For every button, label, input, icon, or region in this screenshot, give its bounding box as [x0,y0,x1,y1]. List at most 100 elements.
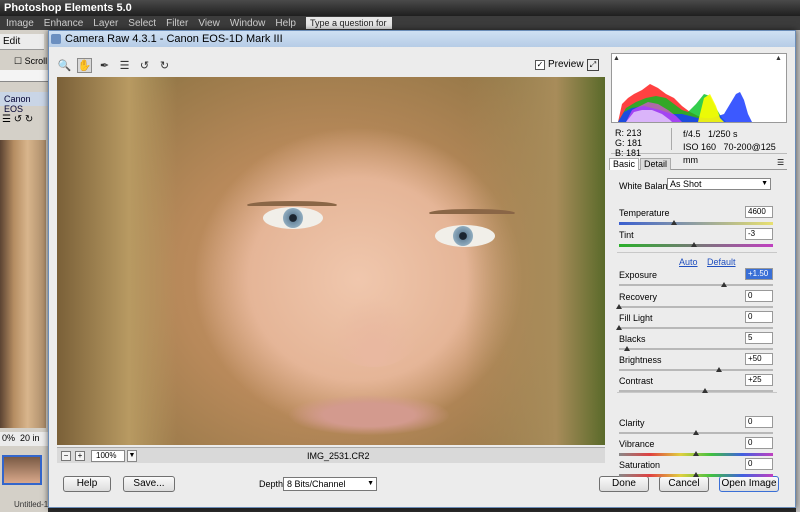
slider-track-temperature[interactable] [619,222,773,225]
cancel-button[interactable]: Cancel [659,476,709,492]
lips [289,395,449,435]
slider-label-tint: Tint [619,230,634,240]
panel-menu-icon[interactable]: ☰ [777,158,784,167]
slider-label-vibrance: Vibrance [619,439,655,449]
open-image-button[interactable]: Open Image [719,476,779,492]
edit-tab[interactable]: Edit [0,34,44,50]
menu-filter[interactable]: Filter [166,18,188,29]
zoom-tool-icon[interactable]: 🔍 [57,58,72,73]
depth-select[interactable]: 8 Bits/Channel ▼ [283,477,377,491]
slider-thumb-clarity[interactable] [693,430,699,435]
slider-value-contrast[interactable]: +25 [745,374,773,386]
shadow-clipping-icon[interactable]: ▲ [613,55,620,62]
rgb-readout: R: 213 G: 181 B: 181 [615,128,642,158]
auto-link[interactable]: Auto [679,257,698,267]
document-zoom[interactable]: 0% [2,433,15,443]
menu-layer[interactable]: Layer [93,18,118,29]
info-panel: R: 213 G: 181 B: 181 f/4.5 1/250 s ISO 1… [611,124,787,165]
rotate-right-icon[interactable]: ↻ [157,58,172,73]
slider-thumb-vibrance[interactable] [693,451,699,456]
preview-image[interactable] [57,77,605,445]
rotate-left-icon[interactable]: ↺ [137,58,152,73]
slider-label-temperature: Temperature [619,208,670,218]
slider-thumb-blacks[interactable] [623,346,630,351]
scroll-label: Scroll [24,56,48,66]
dialog-titlebar[interactable]: Camera Raw 4.3.1 - Canon EOS-1D Mark III [49,31,795,47]
slider-label-blacks: Blacks [619,334,646,344]
slider-label-saturation: Saturation [619,460,661,470]
slider-track-exposure[interactable] [619,284,773,286]
preview-checkbox[interactable]: ✓ Preview [535,59,584,70]
camera-raw-icon [51,34,61,44]
slider-thumb-contrast[interactable] [702,388,709,393]
document-toolbar: ☰ ↺ ↻ [0,114,48,136]
iso: ISO 160 [683,142,717,152]
help-button[interactable]: Help [63,476,111,492]
zoom-out-button[interactable]: − [61,450,71,461]
slider-value-clarity[interactable]: 0 [745,416,773,428]
default-link[interactable]: Default [707,257,736,267]
file-name: IMG_2531.CR2 [307,450,370,461]
scroll-option[interactable]: ☐ Scroll [14,56,47,67]
highlight-clipping-icon[interactable]: ▲ [775,55,782,62]
slider-track-contrast[interactable] [619,390,773,392]
nose [329,297,419,367]
slider-track-blacks[interactable] [619,348,773,350]
slider-track-brightness[interactable] [619,369,773,371]
save-button[interactable]: Save... [123,476,175,492]
slider-value-exposure[interactable]: +1.50 [745,268,773,280]
slider-value-temperature[interactable]: 4600 [745,206,773,218]
zoom-dropdown-icon[interactable]: ▼ [127,449,137,462]
zoom-in-button[interactable]: + [75,450,85,461]
menu-help[interactable]: Help [275,18,296,29]
rotate-right-icon[interactable]: ↻ [25,114,33,125]
slider-thumb-exposure[interactable] [720,282,727,287]
done-button[interactable]: Done [599,476,649,492]
slider-thumb-brightness[interactable] [716,367,723,372]
menu-window[interactable]: Window [230,18,266,29]
slider-thumb-fill_light[interactable] [616,325,622,330]
slider-track-fill_light[interactable] [619,327,773,329]
slider-thumb-saturation[interactable] [693,472,699,477]
photo-bin-thumbnail[interactable] [2,455,42,485]
menu-image[interactable]: Image [6,18,34,29]
rotate-left-icon[interactable]: ↺ [14,114,22,125]
slider-value-blacks[interactable]: 5 [745,332,773,344]
slider-value-fill_light[interactable]: 0 [745,311,773,323]
slider-value-tint[interactable]: -3 [745,228,773,240]
chevron-down-icon: ▼ [367,480,374,487]
checkmark-icon: ✓ [535,59,545,70]
white-balance-tool-icon[interactable]: ✒ [97,58,112,73]
slider-thumb-tint[interactable] [691,242,698,247]
shutter: 1/250 s [708,129,738,139]
help-search-input[interactable]: Type a question for help [305,17,392,40]
slider-value-vibrance[interactable]: 0 [745,437,773,449]
menu-view[interactable]: View [198,18,220,29]
slider-label-brightness: Brightness [619,355,662,365]
slider-thumb-recovery[interactable] [616,304,622,309]
slider-value-saturation[interactable]: 0 [745,458,773,470]
slider-value-recovery[interactable]: 0 [745,290,773,302]
document-title[interactable]: Canon EOS [0,92,48,114]
hand-tool-icon[interactable]: ✋ [77,57,92,73]
app-title: Photoshop Elements 5.0 [0,0,800,16]
list-icon[interactable]: ☰ [2,114,11,125]
slider-track-recovery[interactable] [619,306,773,308]
menu-enhance[interactable]: Enhance [44,18,83,29]
slider-thumb-temperature[interactable] [671,220,678,225]
preferences-icon[interactable]: ☰ [117,58,132,73]
tab-detail[interactable]: Detail [640,158,672,170]
eye-right [435,225,495,247]
slider-value-brightness[interactable]: +50 [745,353,773,365]
rgb-g: G: 181 [615,138,643,148]
document-status: 0% 20 in [0,432,48,446]
white-balance-select[interactable]: As Shot ▼ [667,178,771,190]
depth-value: 8 Bits/Channel [287,479,346,489]
menu-select[interactable]: Select [128,18,156,29]
slider-label-clarity: Clarity [619,418,645,428]
eye-left [263,207,323,229]
fullscreen-icon[interactable]: ⤢ [587,59,599,71]
camera-raw-dialog: Camera Raw 4.3.1 - Canon EOS-1D Mark III… [48,30,796,508]
zoom-level-field[interactable]: 100% [91,449,125,462]
tab-basic[interactable]: Basic [609,158,640,170]
